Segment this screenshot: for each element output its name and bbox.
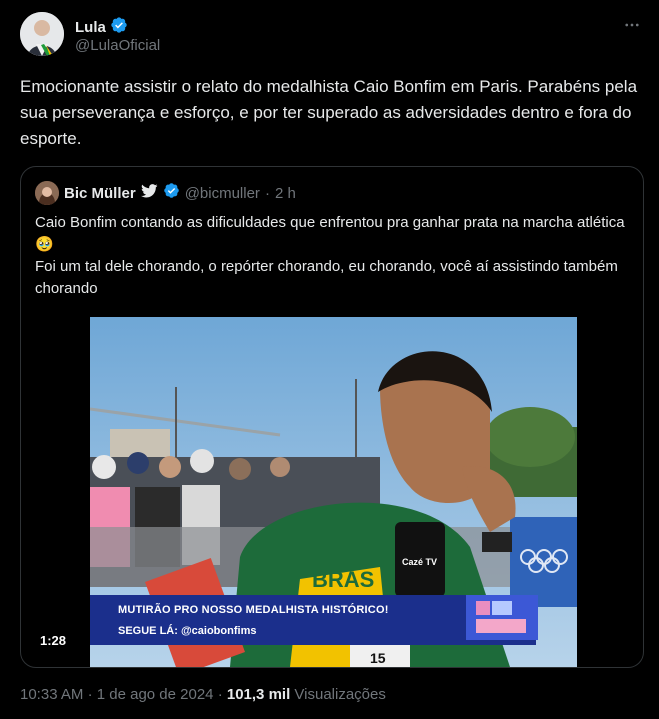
quoted-header: Bic Müller @bicmuller · 2 h	[35, 181, 296, 205]
video-player[interactable]: BRAS Cazé TV 15 MUTIRÃO PRO NOSSO MEDALH…	[90, 317, 577, 667]
meta-separator: ·	[87, 686, 93, 703]
verified-badge-icon	[110, 16, 128, 39]
views-count: 101,3 mil	[226, 686, 291, 703]
quoted-avatar[interactable]	[35, 181, 59, 205]
author-name-row: Lula	[75, 16, 128, 39]
tweet-meta: 10:33 AM · 1 de ago de 2024 · 101,3 mil …	[20, 686, 386, 703]
quoted-author-name[interactable]: Bic Müller	[64, 185, 136, 202]
shirt-text: BRAS	[312, 567, 374, 592]
views-label: Visualizações	[294, 686, 386, 703]
quoted-verified-badge-icon	[163, 182, 180, 204]
video-duration: 1:28	[35, 630, 72, 651]
quoted-text-line: Foi um tal dele chorando, o repórter cho…	[35, 258, 618, 297]
bird-icon	[140, 183, 158, 203]
more-options-button[interactable]	[621, 14, 643, 36]
bib-number: 15	[370, 650, 386, 666]
channel-logo	[466, 595, 538, 640]
quoted-author-handle[interactable]: @bicmuller	[185, 185, 260, 202]
mic-label: Cazé TV	[402, 557, 437, 567]
quoted-separator: ·	[264, 184, 270, 202]
quoted-tweet-card[interactable]: Bic Müller @bicmuller · 2 h Caio Bonfim …	[20, 166, 644, 668]
tweet-time[interactable]: 10:33 AM	[20, 686, 83, 703]
quoted-text: Caio Bonfim contando as dificuldades que…	[35, 212, 635, 300]
author-avatar[interactable]	[20, 12, 64, 56]
author-handle[interactable]: @LulaOficial	[75, 37, 160, 54]
banner-headline: MUTIRÃO PRO NOSSO MEDALHISTA HISTÓRICO!	[118, 604, 389, 616]
tweet-text: Emocionante assistir o relato do medalhi…	[20, 77, 638, 148]
ellipsis-icon	[625, 23, 639, 27]
author-name[interactable]: Lula	[75, 19, 106, 36]
banner-subline: SEGUE LÁ: @caiobonfims	[118, 625, 257, 637]
quoted-timestamp[interactable]: 2 h	[275, 185, 296, 202]
meta-separator: ·	[217, 686, 223, 703]
tweet-header: Lula @LulaOficial	[20, 12, 645, 60]
tweet-date[interactable]: 1 de ago de 2024	[97, 686, 214, 703]
quoted-text-line: Caio Bonfim contando as dificuldades que…	[35, 214, 625, 253]
